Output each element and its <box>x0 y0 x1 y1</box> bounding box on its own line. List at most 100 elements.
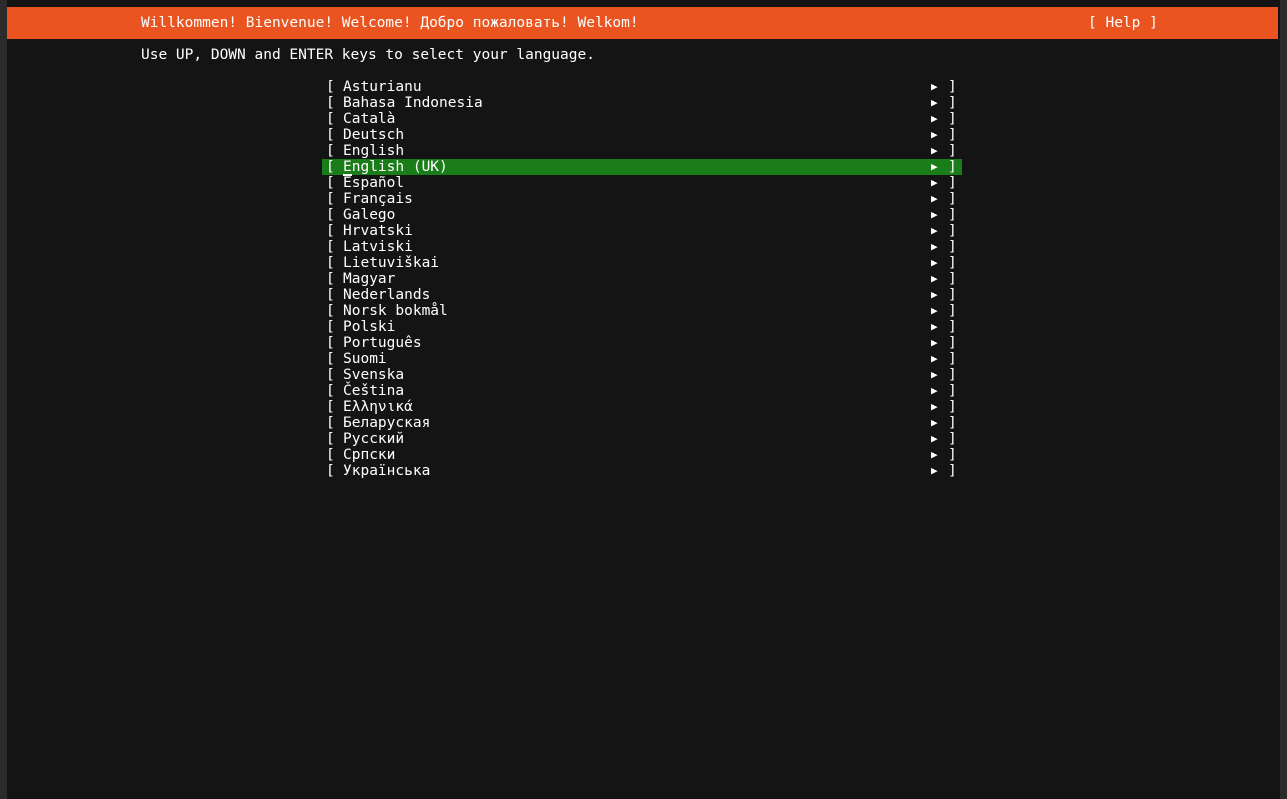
chevron-right-icon: ▶ <box>931 272 938 285</box>
chevron-right-icon: ▶ <box>931 96 938 109</box>
chevron-right-icon: ▶ <box>931 336 938 349</box>
chevron-right-icon: ▶ <box>931 80 938 93</box>
language-option[interactable]: [Svenska ▶] <box>322 367 962 383</box>
language-option-label: Magyar <box>343 271 396 287</box>
language-option[interactable]: [Nederlands ▶] <box>322 287 962 303</box>
bracket-close: ] <box>948 463 957 479</box>
bracket-close: ] <box>948 191 957 207</box>
installer-screen: Willkommen! Bienvenue! Welcome! Добро по… <box>0 0 1287 799</box>
bracket-open: [ <box>326 271 335 287</box>
language-option[interactable]: [Português ▶] <box>322 335 962 351</box>
language-option[interactable]: [ Magyar ▶] <box>322 271 962 287</box>
language-option[interactable]: [ Català ▶] <box>322 111 962 127</box>
bracket-close: ] <box>948 383 957 399</box>
language-option[interactable]: [English ▶] <box>322 143 962 159</box>
language-option-label: Deutsch <box>343 127 405 143</box>
bracket-open: [ <box>326 351 335 367</box>
language-option-label: Čeština <box>343 383 405 399</box>
bracket-close: ] <box>948 239 957 255</box>
bracket-close: ] <box>948 447 957 463</box>
language-list[interactable]: [ Asturianu ▶] [ Bahasa Indonesia ▶] [ Català ▶]… <box>322 79 962 479</box>
language-option-label: Polski <box>343 319 396 335</box>
help-button[interactable]: [ Help ] <box>1088 15 1158 31</box>
bracket-close: ] <box>948 255 957 271</box>
chevron-right-icon: ▶ <box>931 208 938 221</box>
language-option[interactable]: [Hrvatski ▶] <box>322 223 962 239</box>
bracket-open: [ <box>326 463 335 479</box>
bracket-open: [ <box>326 431 335 447</box>
chevron-right-icon: ▶ <box>931 112 938 125</box>
language-option-label: Galego <box>343 207 396 223</box>
language-option-label: Català <box>343 111 396 127</box>
language-option[interactable]: [ Asturianu ▶] <box>322 79 962 95</box>
chevron-right-icon: ▶ <box>931 288 938 301</box>
language-option-label: Latviski <box>343 239 413 255</box>
language-option[interactable]: [Polski ▶] <box>322 319 962 335</box>
bracket-close: ] <box>948 159 957 175</box>
bracket-open: [ <box>326 111 335 127</box>
language-option-label: Bahasa Indonesia <box>343 95 483 111</box>
language-option[interactable]: [ Español ▶] <box>322 175 962 191</box>
text-cursor: E <box>343 159 352 176</box>
bracket-open: [ <box>326 303 335 319</box>
language-option[interactable]: [Suomi ▶] <box>322 351 962 367</box>
chevron-right-icon: ▶ <box>931 384 938 397</box>
bracket-open: [ <box>326 207 335 223</box>
language-option-label: Français <box>343 191 413 207</box>
bracket-open: [ <box>326 287 335 303</box>
chevron-right-icon: ▶ <box>931 304 938 317</box>
bracket-close: ] <box>948 95 957 111</box>
bracket-open: [ <box>326 223 335 239</box>
language-option[interactable]: [ Galego ▶] <box>322 207 962 223</box>
bracket-close: ] <box>948 415 957 431</box>
language-option[interactable]: [Norsk bokmål ▶] <box>322 303 962 319</box>
language-option[interactable]: [Русский ▶] <box>322 431 962 447</box>
language-option[interactable]: [ Français ▶] <box>322 191 962 207</box>
language-option-label: Русский <box>343 431 405 447</box>
bracket-open: [ <box>326 175 335 191</box>
language-option-label: Español <box>343 175 405 191</box>
bracket-close: ] <box>948 335 957 351</box>
language-option[interactable]: [Lietuviškai ▶] <box>322 255 962 271</box>
chevron-right-icon: ▶ <box>931 352 938 365</box>
chevron-right-icon: ▶ <box>931 432 938 445</box>
language-option[interactable]: [ Українська ▶] <box>322 463 962 479</box>
language-option-label: English <box>343 143 405 159</box>
bracket-open: [ <box>326 95 335 111</box>
bracket-close: ] <box>948 79 957 95</box>
language-option[interactable]: [ Bahasa Indonesia ▶] <box>322 95 962 111</box>
bracket-open: [ <box>326 335 335 351</box>
bracket-open: [ <box>326 255 335 271</box>
chevron-right-icon: ▶ <box>931 240 938 253</box>
bracket-open: [ <box>326 79 335 95</box>
bracket-close: ] <box>948 111 957 127</box>
bracket-open: [ <box>326 143 335 159</box>
language-option[interactable]: [English (UK) ▶] <box>322 159 962 176</box>
language-option[interactable]: [Беларуская ▶] <box>322 415 962 431</box>
bracket-close: ] <box>948 271 957 287</box>
bracket-open: [ <box>326 191 335 207</box>
bracket-open: [ <box>326 127 335 143</box>
language-option[interactable]: [Српски ▶] <box>322 447 962 463</box>
chevron-right-icon: ▶ <box>931 176 938 189</box>
welcome-title: Willkommen! Bienvenue! Welcome! Добро по… <box>141 15 639 31</box>
language-option-label: Suomi <box>343 351 387 367</box>
chevron-right-icon: ▶ <box>931 192 938 205</box>
chevron-right-icon: ▶ <box>931 224 938 237</box>
bracket-open: [ <box>326 447 335 463</box>
language-option[interactable]: [Deutsch ▶] <box>322 127 962 143</box>
language-option-label: Asturianu <box>343 79 422 95</box>
chevron-right-icon: ▶ <box>931 400 938 413</box>
bracket-open: [ <box>326 159 335 175</box>
chevron-right-icon: ▶ <box>931 464 938 477</box>
language-option-label: Nederlands <box>343 287 431 303</box>
bracket-close: ] <box>948 127 957 143</box>
header-bar: Willkommen! Bienvenue! Welcome! Добро по… <box>7 7 1278 39</box>
language-option[interactable]: [Ελληνικά ▶] <box>322 399 962 415</box>
language-option[interactable]: [Latviski ▶] <box>322 239 962 255</box>
language-option[interactable]: [Čeština ▶] <box>322 383 962 399</box>
bracket-close: ] <box>948 207 957 223</box>
bracket-close: ] <box>948 175 957 191</box>
bracket-close: ] <box>948 143 957 159</box>
language-option-label: Українська <box>343 463 431 479</box>
